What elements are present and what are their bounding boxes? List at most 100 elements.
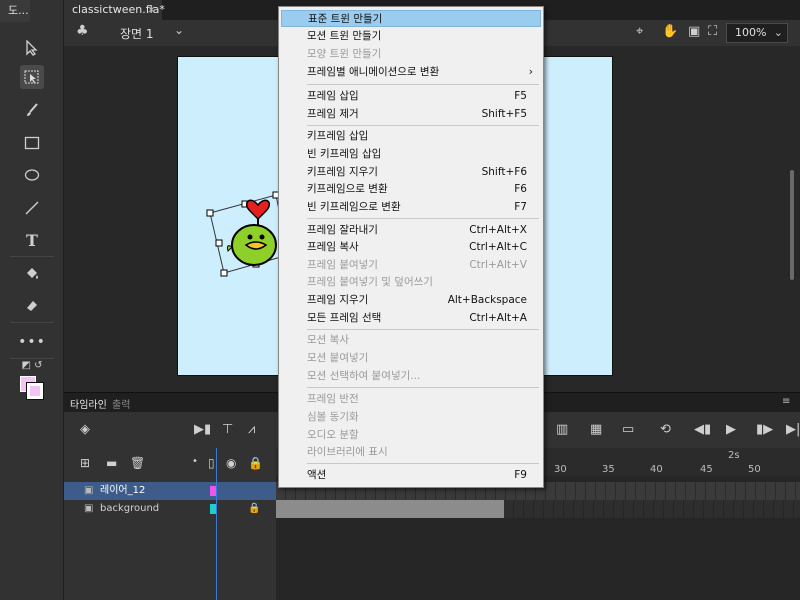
trash-icon[interactable]: 🗑 <box>130 456 145 470</box>
ruler-label: 30 <box>554 464 567 475</box>
layer-name: background <box>100 503 160 514</box>
layer-row[interactable]: ▣ background 🔒 <box>64 500 276 518</box>
layer-row[interactable]: ▣ 레이어_12 <box>64 482 276 500</box>
zoom-select[interactable]: 100% ⌄ <box>726 23 788 43</box>
ruler-label: 35 <box>602 464 615 475</box>
edit-multiple-frames-icon[interactable]: ▦ <box>590 422 602 437</box>
outline-icon[interactable]: ▯ <box>208 456 215 470</box>
menu-item-convert-to-blank-keyframes[interactable]: 빈 키프레임으로 변환 F7 <box>281 199 541 216</box>
rectangle-tool-icon[interactable] <box>20 131 44 155</box>
scene-label: 장면 1 <box>120 27 154 41</box>
lock-icon[interactable]: 🔒 <box>248 456 263 470</box>
center-stage-icon[interactable]: ⌖ <box>636 24 643 39</box>
frame-view-icon[interactable]: ▭ <box>622 422 634 437</box>
menu-item-paste-frames: 프레임 붙여넣기 Ctrl+Alt+V <box>307 259 527 271</box>
add-layer-icon[interactable]: ⊞ <box>80 456 90 470</box>
chevron-down-icon[interactable]: ⌄ <box>174 23 184 37</box>
line-tool-icon[interactable] <box>20 196 44 220</box>
zoom-value: 100% <box>735 26 767 39</box>
tab-output[interactable]: 출력 <box>112 396 130 411</box>
menu-item-select-all-frames[interactable]: 모든 프레임 선택 Ctrl+Alt+A <box>281 310 541 327</box>
stage-vertical-scrollbar[interactable] <box>790 170 794 280</box>
menu-item-show-in-library: 라이브러리에 표시 <box>307 446 388 458</box>
swap-colors-icon[interactable]: ◩ ↺ <box>18 358 46 372</box>
menu-divider <box>307 387 539 388</box>
menu-item-copy-frames[interactable]: 프레임 복사 Ctrl+Alt+C <box>281 239 541 256</box>
step-forward-icon[interactable]: ▮▶ <box>756 422 773 437</box>
tools-divider <box>10 322 54 323</box>
more-tools-icon[interactable]: ••• <box>18 330 45 354</box>
menu-item-reverse-frames: 프레임 반전 <box>307 393 359 405</box>
clip-content-icon[interactable]: ▣ <box>688 24 700 39</box>
layer-icon: ▣ <box>84 503 94 514</box>
document-tab[interactable]: classictween.fla* × <box>64 0 165 20</box>
menu-item-insert-frame[interactable]: 프레임 삽입 F5 <box>281 88 541 105</box>
menu-item-clear-keyframe[interactable]: 키프레임 지우기 Shift+F6 <box>281 164 541 181</box>
onion-skin-icon[interactable]: ▥ <box>556 422 568 437</box>
layers-stack-icon[interactable]: ◈ <box>80 422 90 437</box>
lock-icon[interactable]: 🔒 <box>248 500 260 518</box>
paint-bucket-tool-icon[interactable] <box>20 262 44 286</box>
tools-divider <box>10 256 54 257</box>
highlight-layers-icon[interactable]: • <box>192 456 198 467</box>
add-folder-icon[interactable]: ▬ <box>106 456 117 470</box>
ruler-label: 40 <box>650 464 663 475</box>
fit-icon[interactable]: ⛶ <box>708 24 717 39</box>
camera-icon[interactable]: ▶▮ <box>194 422 211 437</box>
chevron-right-icon: › <box>528 66 533 78</box>
menu-divider <box>307 218 539 219</box>
menu-divider <box>307 125 539 126</box>
menu-item-clear-frames[interactable]: 프레임 지우기 Alt+Backspace <box>281 292 541 309</box>
menu-item-insert-blank-keyframe[interactable]: 빈 키프레임 삽입 <box>281 146 541 163</box>
visibility-icon[interactable]: ◉ <box>226 456 236 470</box>
layer-icon: ▣ <box>84 485 94 496</box>
frame-strip-background[interactable] <box>504 500 800 518</box>
app-window: 도... T ••• ◩ ↺ classictween.fla* × ♣ 장면 … <box>0 0 800 600</box>
menu-item-remove-frames[interactable]: 프레임 제거 Shift+F5 <box>281 106 541 123</box>
menu-divider <box>307 463 539 464</box>
ruler-seconds-label: 2s <box>728 450 740 461</box>
parenting-view-icon[interactable]: ⊤ <box>222 422 233 437</box>
ruler-label: 45 <box>700 464 713 475</box>
brush-tool-icon[interactable] <box>20 98 44 122</box>
menu-item-create-shape-tween: 모양 트윈 만들기 <box>307 48 382 60</box>
menu-item-convert-to-frame-by-frame[interactable]: 프레임별 애니메이션으로 변환 › <box>281 64 541 81</box>
eraser-tool-icon[interactable] <box>20 293 44 317</box>
menu-item-paste-and-overwrite-frames: 프레임 붙여넣기 및 덮어쓰기 <box>307 276 433 288</box>
menu-item-create-classic-tween[interactable]: 표준 트윈 만들기 <box>281 10 541 27</box>
menu-item-paste-motion-special: 모션 선택하여 붙여넣기... <box>307 370 421 382</box>
step-back-icon[interactable]: ◀▮ <box>694 422 711 437</box>
frame-span-background[interactable] <box>276 500 504 518</box>
fill-color-swatch[interactable] <box>26 382 44 400</box>
play-icon[interactable]: ▶ <box>726 422 736 437</box>
menu-divider <box>307 329 539 330</box>
playhead[interactable] <box>216 448 217 600</box>
scene-clapper-icon[interactable]: ♣ <box>76 23 89 39</box>
tools-panel: 도... T ••• ◩ ↺ <box>0 0 64 600</box>
selection-tool-icon[interactable] <box>20 36 44 60</box>
hand-icon[interactable]: ✋ <box>662 24 678 39</box>
chevron-down-icon: ⌄ <box>773 26 783 39</box>
menu-divider <box>307 84 539 85</box>
oval-tool-icon[interactable] <box>20 163 44 187</box>
menu-item-cut-frames[interactable]: 프레임 잘라내기 Ctrl+Alt+X <box>281 222 541 239</box>
menu-item-insert-keyframe[interactable]: 키프레임 삽입 <box>281 128 541 145</box>
menu-item-create-motion-tween[interactable]: 모션 트윈 만들기 <box>281 28 541 45</box>
menu-item-actions[interactable]: 액션 F9 <box>281 467 541 484</box>
context-menu: 표준 트윈 만들기 모션 트윈 만들기 모양 트윈 만들기 프레임별 애니메이션… <box>278 6 544 488</box>
tab-timeline[interactable]: 타임라인 <box>70 396 107 411</box>
loop-icon[interactable]: ⟲ <box>660 422 671 437</box>
graph-icon[interactable]: ⩘ <box>248 422 255 437</box>
free-transform-tool-icon[interactable] <box>20 65 44 89</box>
menu-item-copy-motion: 모션 복사 <box>307 334 349 346</box>
go-to-end-icon[interactable]: ▶| <box>786 422 800 437</box>
layers-list: ▣ 레이어_12 ▣ background 🔒 <box>64 482 276 600</box>
menu-item-paste-motion: 모션 붙여넣기 <box>307 352 369 364</box>
menu-item-synchronize-symbols: 심볼 동기화 <box>307 411 359 423</box>
panel-menu-icon[interactable]: ≡ <box>782 396 790 407</box>
menu-item-split-audio: 오디오 분할 <box>307 429 359 441</box>
menu-item-convert-to-keyframes[interactable]: 키프레임으로 변환 F6 <box>281 181 541 198</box>
tools-tab[interactable]: 도... <box>0 0 30 22</box>
text-tool-icon[interactable]: T <box>20 228 44 252</box>
close-icon[interactable]: × <box>147 0 156 20</box>
